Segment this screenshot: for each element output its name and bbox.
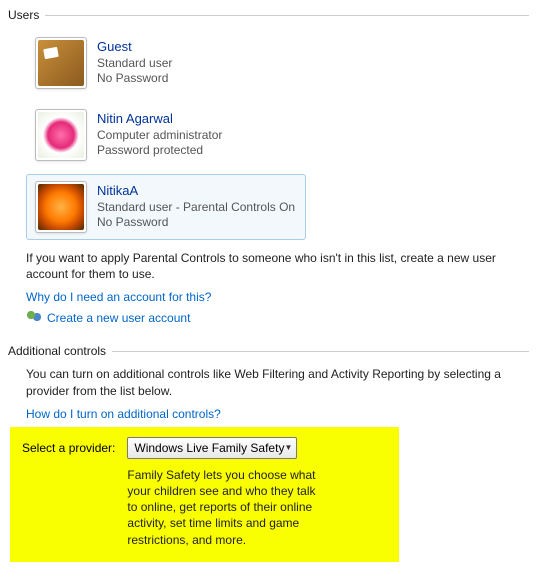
avatar: [35, 109, 87, 161]
link-create-label: Create a new user account: [47, 311, 190, 325]
provider-row: Select a provider: Windows Live Family S…: [22, 437, 387, 548]
users-list: Guest Standard user No Password Nitin Ag…: [8, 30, 529, 240]
additional-description: You can turn on additional controls like…: [8, 366, 529, 398]
user-info: Nitin Agarwal Computer administrator Pas…: [97, 111, 222, 159]
section-header-users: Users: [8, 8, 529, 22]
avatar: [35, 181, 87, 233]
section-header-additional: Additional controls: [8, 344, 529, 358]
link-how-additional[interactable]: How do I turn on additional controls?: [8, 407, 529, 421]
section-title: Users: [8, 8, 45, 22]
user-role: Computer administrator: [97, 128, 222, 144]
divider: [45, 15, 529, 16]
user-name: NitikaA: [97, 183, 295, 200]
provider-highlight: Select a provider: Windows Live Family S…: [10, 427, 399, 562]
flower-icon: [38, 112, 84, 158]
people-icon: [26, 310, 42, 326]
link-why-account[interactable]: Why do I need an account for this?: [8, 290, 529, 304]
user-role: Standard user: [97, 56, 172, 72]
chevron-down-icon: ▼: [284, 443, 292, 452]
user-password-status: No Password: [97, 215, 295, 231]
user-password-status: Password protected: [97, 143, 222, 159]
user-card-guest[interactable]: Guest Standard user No Password: [26, 30, 306, 96]
user-info: Guest Standard user No Password: [97, 39, 172, 87]
user-role: Standard user - Parental Controls On: [97, 200, 295, 216]
user-card-nitika[interactable]: NitikaA Standard user - Parental Control…: [26, 174, 306, 240]
provider-description: Family Safety lets you choose what your …: [127, 467, 327, 548]
suitcase-icon: [38, 40, 84, 86]
provider-selected-value: Windows Live Family Safety: [134, 441, 284, 455]
avatar: [35, 37, 87, 89]
provider-dropdown[interactable]: Windows Live Family Safety ▼: [127, 437, 297, 459]
user-name: Guest: [97, 39, 172, 56]
divider: [112, 351, 529, 352]
user-name: Nitin Agarwal: [97, 111, 222, 128]
user-card-nitin[interactable]: Nitin Agarwal Computer administrator Pas…: [26, 102, 306, 168]
link-create-account[interactable]: Create a new user account: [8, 310, 529, 326]
user-password-status: No Password: [97, 71, 172, 87]
provider-select-wrap: Windows Live Family Safety ▼ Family Safe…: [127, 437, 387, 548]
provider-label: Select a provider:: [22, 437, 115, 455]
section-title: Additional controls: [8, 344, 112, 358]
flower-icon: [38, 184, 84, 230]
users-hint: If you want to apply Parental Controls t…: [8, 250, 529, 282]
user-info: NitikaA Standard user - Parental Control…: [97, 183, 295, 231]
